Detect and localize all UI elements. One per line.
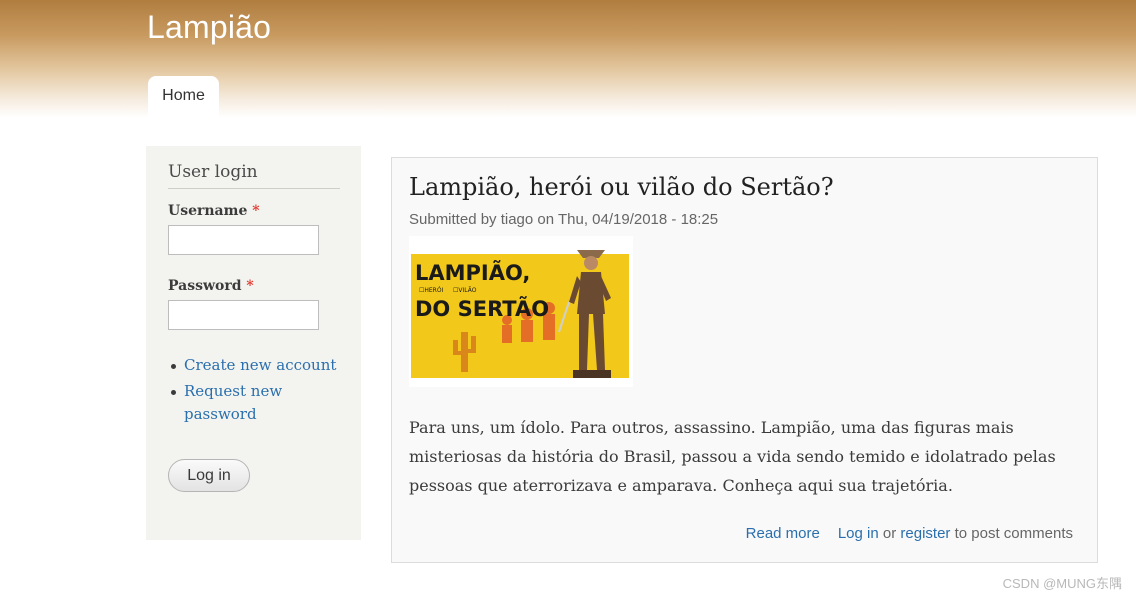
site-name[interactable]: Lampião — [147, 9, 271, 46]
required-marker: * — [252, 203, 260, 219]
article-body: Para uns, um ídolo. Para outros, assassi… — [409, 418, 1056, 495]
image-option-1: ☐HERÓI — [419, 287, 444, 294]
create-account-link[interactable]: Create new account — [184, 356, 336, 374]
list-item: Request new password — [168, 380, 358, 426]
tab-home[interactable]: Home — [148, 76, 219, 118]
submitted-info: Submitted by tiago on Thu, 04/19/2018 - … — [409, 211, 719, 228]
image-headline-2: DO SERTÃO — [415, 296, 549, 321]
article-links: Read more Log in or register to post comm… — [746, 525, 1073, 542]
log-in-button[interactable]: Log in — [168, 459, 250, 492]
read-more-link[interactable]: Read more — [746, 525, 820, 542]
article-image[interactable]: LAMPIÃO, ☐HERÓI ☐VILÃO DO SERTÃO — [409, 236, 633, 387]
site-header: Lampião Home — [0, 0, 1136, 118]
watermark: CSDN @MUNG东隅 — [1002, 576, 1122, 591]
password-input[interactable] — [168, 300, 319, 330]
log-in-link[interactable]: Log in — [838, 525, 879, 542]
block-title: User login — [168, 162, 340, 189]
password-label: Password * — [168, 278, 254, 294]
request-password-link[interactable]: Request new password — [184, 382, 282, 423]
list-item: Create new account — [168, 354, 358, 377]
password-label-text: Password — [168, 278, 242, 294]
username-label: Username * — [168, 203, 260, 219]
image-option-2: ☐VILÃO — [453, 287, 477, 294]
username-label-text: Username — [168, 203, 248, 219]
image-headline-1: LAMPIÃO, — [415, 260, 530, 285]
comments-suffix: to post comments — [954, 525, 1073, 542]
username-input[interactable] — [168, 225, 319, 255]
register-link[interactable]: register — [900, 525, 950, 542]
login-links: Create new account Request new password — [168, 354, 358, 429]
required-marker: * — [246, 278, 254, 294]
user-login-block: User login Username * Password * Create … — [146, 146, 361, 540]
or-text: or — [882, 525, 897, 542]
article-title[interactable]: Lampião, herói ou vilão do Sertão? — [409, 173, 834, 201]
article-node: Lampião, herói ou vilão do Sertão? Submi… — [391, 157, 1098, 563]
